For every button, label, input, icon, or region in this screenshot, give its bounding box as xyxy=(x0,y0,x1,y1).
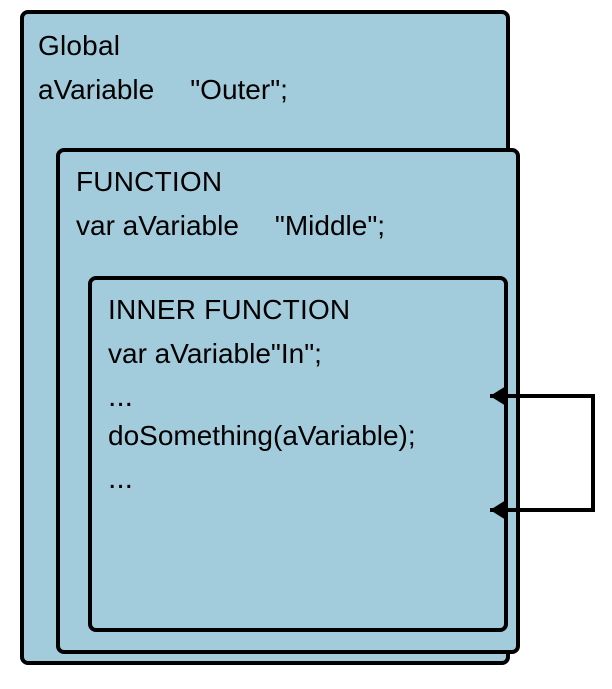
function-var-prefix: var aVariable xyxy=(76,210,239,241)
ellipsis-2: ... xyxy=(108,462,490,496)
function-var-value: "Middle"; xyxy=(275,210,385,241)
global-var-name: aVariable xyxy=(38,74,154,105)
inner-function-scope-box: INNER FUNCTION var aVariable"In"; ... do… xyxy=(88,276,508,632)
global-scope-box: Global aVariable "Outer"; FUNCTION var aV… xyxy=(20,10,510,665)
function-scope-box: FUNCTION var aVariable "Middle"; INNER FU… xyxy=(56,148,520,654)
inner-var-prefix: var aVariable xyxy=(108,338,271,369)
global-variable-declaration: aVariable "Outer"; xyxy=(38,74,492,106)
ellipsis-1: ... xyxy=(108,380,490,414)
inner-call-line: doSomething(aVariable); xyxy=(108,420,490,452)
inner-function-scope-title: INNER FUNCTION xyxy=(108,294,490,326)
global-var-value: "Outer"; xyxy=(190,74,288,105)
function-variable-declaration: var aVariable "Middle"; xyxy=(76,210,502,242)
global-scope-title: Global xyxy=(38,30,492,62)
inner-variable-declaration: var aVariable"In"; xyxy=(108,338,490,370)
function-scope-title: FUNCTION xyxy=(76,166,502,198)
inner-var-value: "In"; xyxy=(271,338,322,369)
